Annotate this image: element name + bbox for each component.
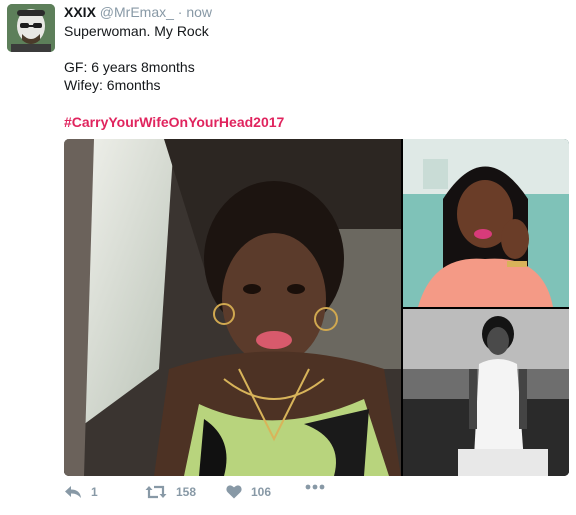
- photo-main[interactable]: [64, 139, 401, 476]
- tweet-line: Wifey: 6months: [64, 77, 161, 93]
- retweet-count: 158: [176, 485, 197, 499]
- separator: ·: [177, 4, 183, 20]
- like-button[interactable]: 106: [226, 484, 271, 499]
- avatar-image: [7, 4, 55, 52]
- reply-count: 1: [91, 485, 98, 499]
- avatar[interactable]: [7, 4, 55, 52]
- author-handle[interactable]: @MrEmax_: [100, 4, 174, 20]
- tweet-line: [64, 40, 209, 58]
- reply-icon: [65, 486, 81, 498]
- reply-button[interactable]: 1: [64, 484, 98, 500]
- heart-icon: [226, 485, 242, 499]
- tweet-actions: 1 158 106: [64, 484, 564, 506]
- more-button[interactable]: [305, 484, 334, 490]
- photo-bottom-right-image: [403, 309, 569, 476]
- media-grid: [64, 139, 569, 476]
- more-dots-icon: [305, 484, 325, 490]
- tweet-line: GF: 6 years 8months: [64, 59, 195, 75]
- tweet-text: Superwoman. My Rock GF: 6 years 8months …: [64, 22, 209, 94]
- author-name[interactable]: XXIX: [64, 4, 96, 20]
- timestamp[interactable]: now: [186, 4, 212, 20]
- photo-top-right-image: [403, 139, 569, 307]
- retweet-icon: [145, 485, 167, 499]
- photo-main-image: [64, 139, 401, 476]
- photo-bottom-right[interactable]: [403, 309, 569, 476]
- retweet-button[interactable]: 158: [145, 484, 196, 500]
- photo-top-right[interactable]: [403, 139, 569, 307]
- tweet-line: Superwoman. My Rock: [64, 23, 209, 39]
- tweet-header: XXIX @MrEmax_ · now: [64, 4, 212, 20]
- hashtag-link[interactable]: #CarryYourWifeOnYourHead2017: [64, 113, 284, 131]
- like-count: 106: [251, 484, 272, 499]
